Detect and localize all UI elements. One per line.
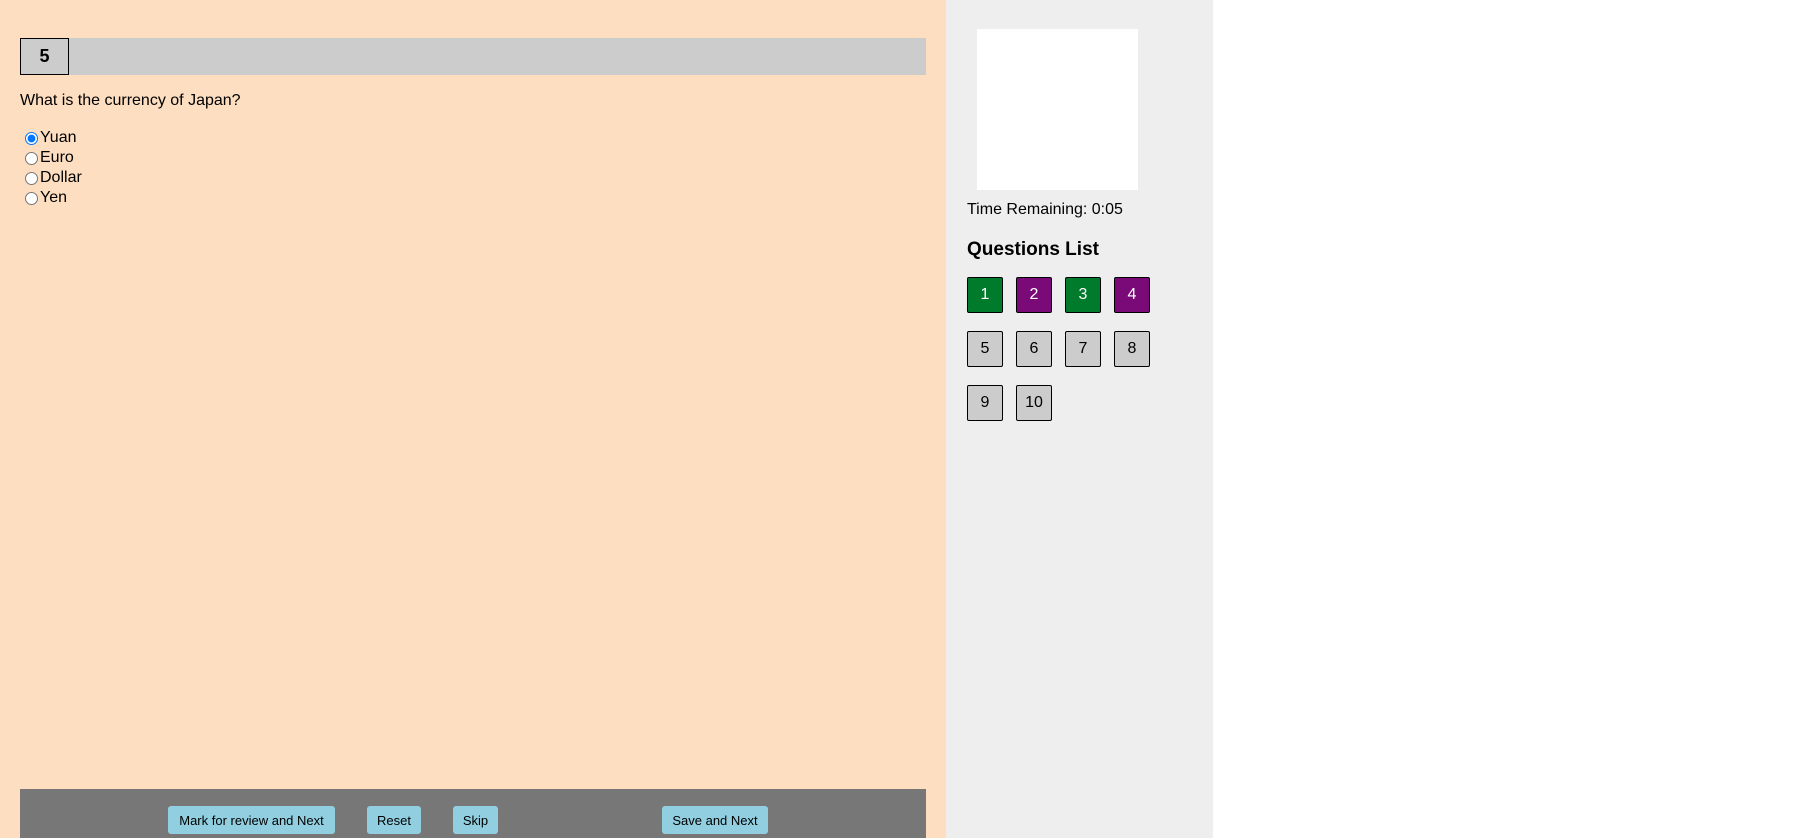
question-number: 5 — [20, 38, 69, 75]
reset-button[interactable]: Reset — [367, 806, 421, 834]
option-euro-radio[interactable] — [25, 151, 38, 165]
sidebar: Time Remaining: 0:05 Questions List 1 2 … — [946, 0, 1213, 838]
question-button-7[interactable]: 7 — [1065, 331, 1101, 367]
question-header: 5 — [20, 38, 926, 75]
option-label: Yen — [40, 189, 67, 206]
question-button-4[interactable]: 4 — [1114, 277, 1150, 313]
option-yuan-radio[interactable] — [25, 131, 38, 145]
option-label: Dollar — [40, 169, 82, 186]
option-yen-radio[interactable] — [25, 191, 38, 205]
question-button-3[interactable]: 3 — [1065, 277, 1101, 313]
time-remaining: Time Remaining: 0:05 — [967, 201, 1123, 218]
skip-button[interactable]: Skip — [453, 806, 498, 834]
option-dollar-radio[interactable] — [25, 171, 38, 185]
mark-for-review-button[interactable]: Mark for review and Next — [168, 806, 335, 834]
save-and-next-button[interactable]: Save and Next — [662, 806, 768, 834]
option-yuan[interactable]: Yuan — [20, 128, 82, 148]
question-text: What is the currency of Japan? — [20, 92, 241, 109]
question-button-5[interactable]: 5 — [967, 331, 1003, 367]
questions-list-title: Questions List — [967, 239, 1099, 260]
option-label: Yuan — [40, 129, 77, 146]
candidate-photo — [977, 29, 1138, 190]
answer-options: Yuan Euro Dollar Yen — [20, 128, 82, 208]
option-label: Euro — [40, 149, 74, 166]
action-bar: Mark for review and Next Reset Skip Save… — [20, 789, 926, 838]
option-yen[interactable]: Yen — [20, 188, 82, 208]
question-button-9[interactable]: 9 — [967, 385, 1003, 421]
option-dollar[interactable]: Dollar — [20, 168, 82, 188]
question-button-2[interactable]: 2 — [1016, 277, 1052, 313]
option-euro[interactable]: Euro — [20, 148, 82, 168]
question-button-1[interactable]: 1 — [967, 277, 1003, 313]
question-button-6[interactable]: 6 — [1016, 331, 1052, 367]
question-panel: 5 What is the currency of Japan? Yuan Eu… — [0, 0, 946, 838]
question-button-10[interactable]: 10 — [1016, 385, 1052, 421]
question-button-8[interactable]: 8 — [1114, 331, 1150, 367]
